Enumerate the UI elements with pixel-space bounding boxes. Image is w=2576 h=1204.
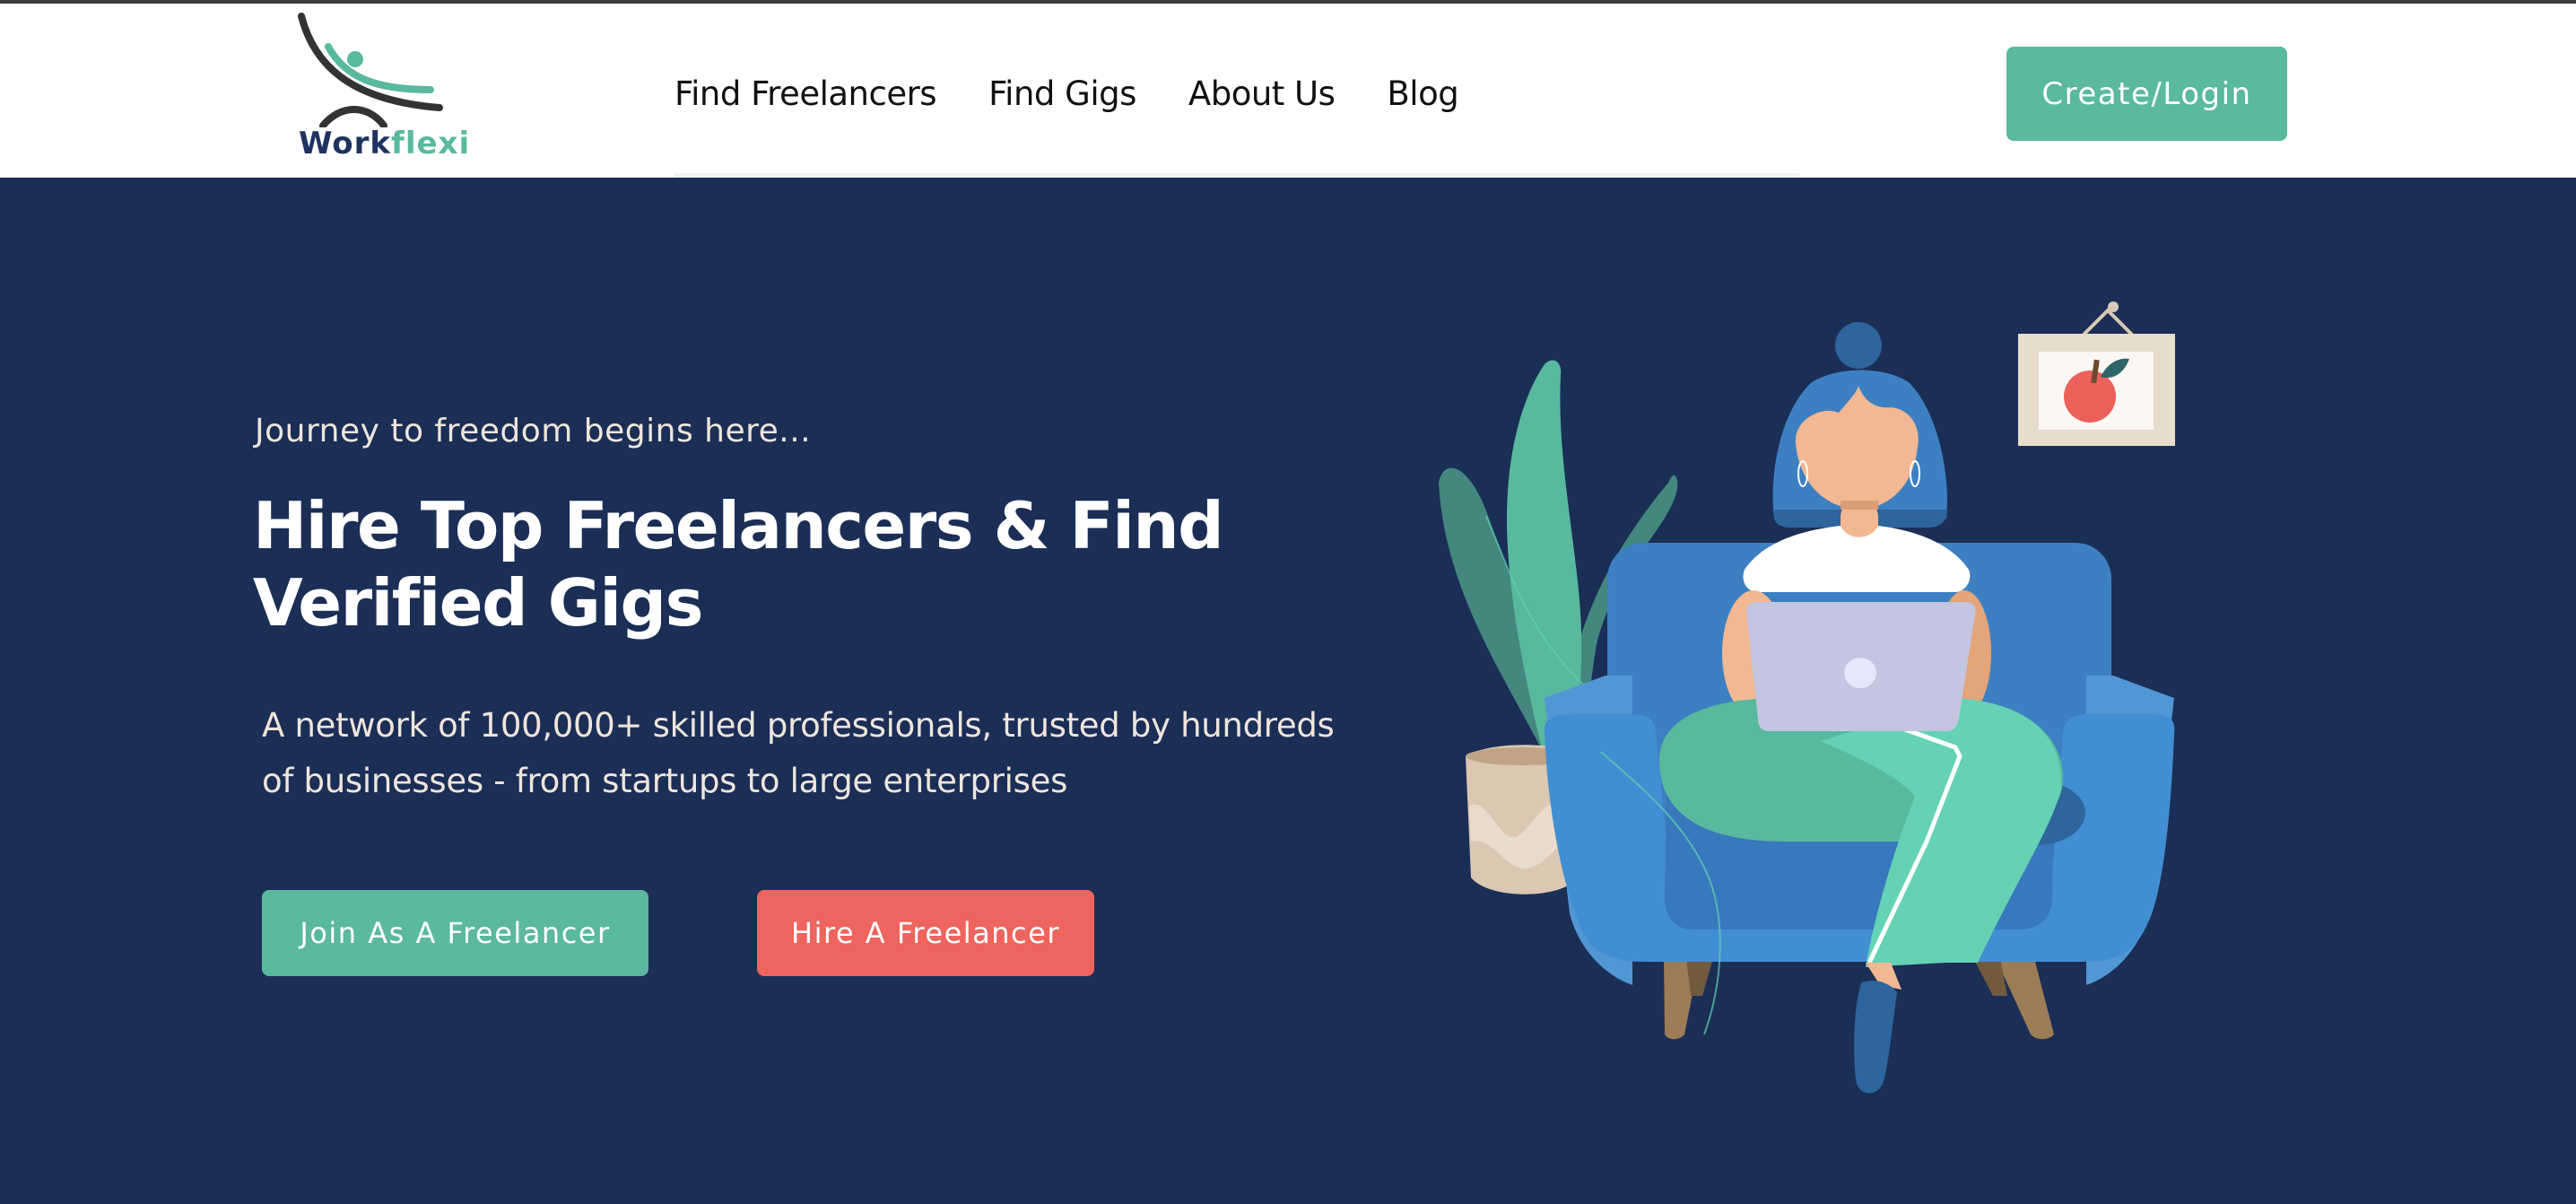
site-header: Workflexi Find Freelancers Find Gigs Abo…: [0, 4, 2576, 178]
hire-freelancer-button[interactable]: Hire A Freelancer: [757, 890, 1094, 976]
armchair: [1544, 543, 2175, 1040]
hero-description: A network of 100,000+ skilled profession…: [262, 706, 1335, 800]
potted-plant: [1439, 360, 1687, 894]
nav-find-gigs[interactable]: Find Gigs: [988, 74, 1136, 113]
nav-blog[interactable]: Blog: [1387, 74, 1458, 113]
brand-logo[interactable]: Workflexi: [296, 11, 469, 163]
hero-tagline: Journey to freedom begins here...: [255, 413, 812, 449]
brand-wordmark: Workflexi: [299, 126, 470, 161]
main-nav: Find Freelancers Find Gigs About Us Blog: [674, 66, 1510, 120]
create-login-button[interactable]: Create/Login: [2006, 47, 2287, 141]
hero-section: Journey to freedom begins here... Hire T…: [0, 178, 2576, 1204]
woman-figure: [1659, 322, 2063, 1094]
apple-picture-frame: [2018, 301, 2175, 446]
join-as-freelancer-button[interactable]: Join As A Freelancer: [262, 890, 648, 976]
woman-on-sofa-with-laptop-illustration: [1439, 301, 2175, 1094]
brand-wordmark-work: Work: [299, 126, 392, 161]
nav-find-freelancers[interactable]: Find Freelancers: [674, 74, 937, 113]
hero-title: Hire Top Freelancers & Find Verified Gig…: [253, 488, 1224, 641]
nav-about-us[interactable]: About Us: [1188, 74, 1336, 113]
workflexi-logo-icon: [298, 13, 443, 127]
brand-wordmark-flexi: flexi: [391, 126, 471, 161]
